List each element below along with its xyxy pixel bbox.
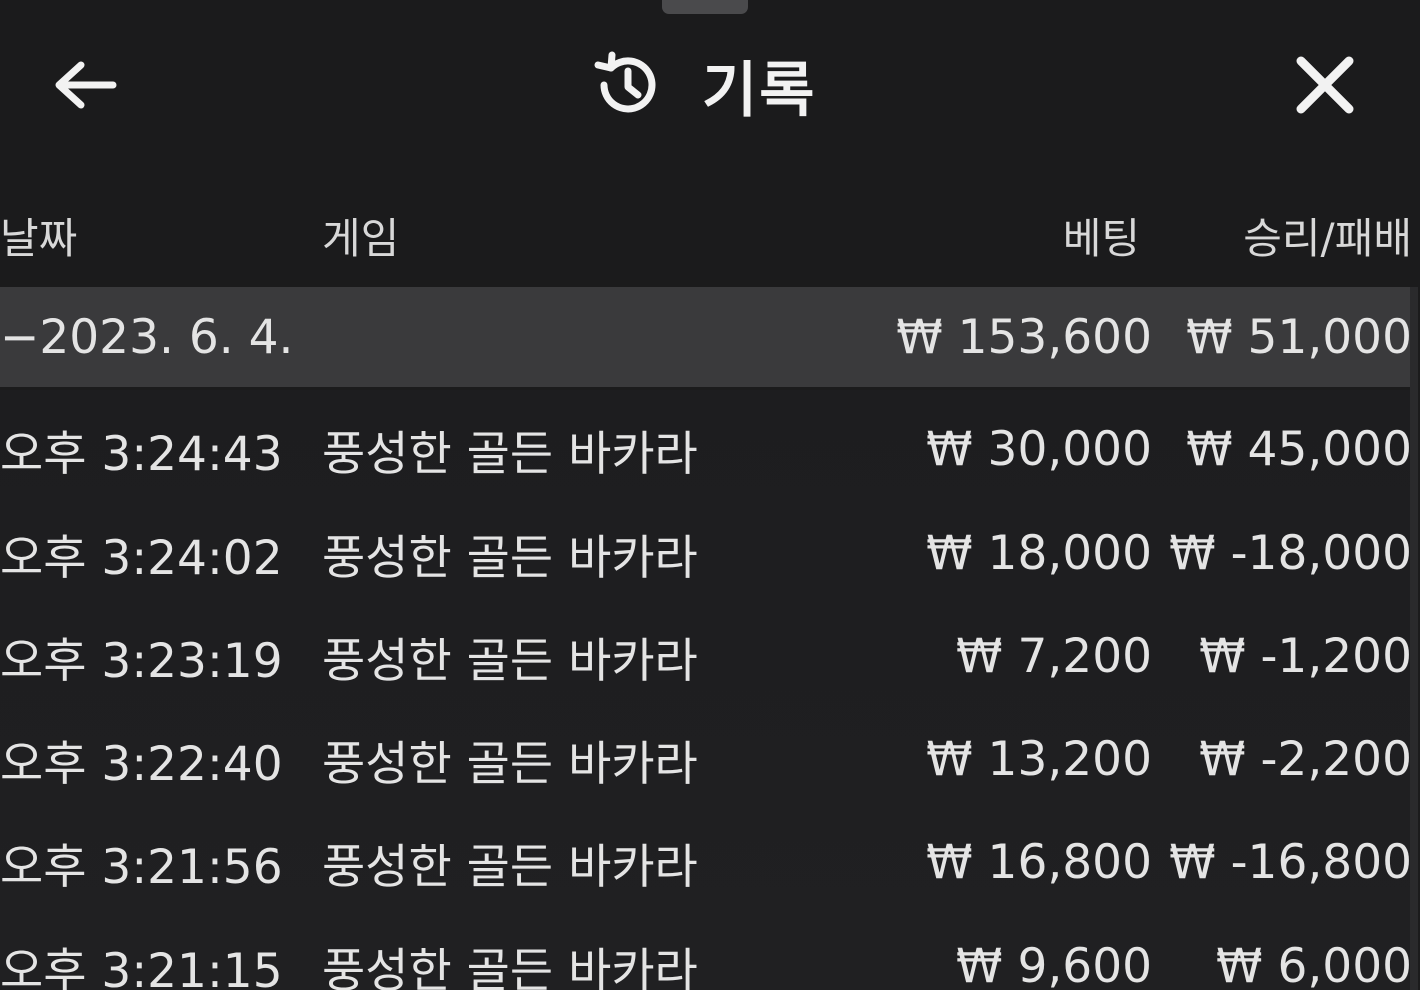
row-time: 오후 3:22:40	[0, 736, 283, 792]
page-title: 기록	[590, 40, 816, 130]
row-bet: ₩ 16,800	[926, 834, 1152, 890]
row-time: 오후 3:23:19	[0, 633, 283, 689]
table-row[interactable]: 오후 3:24:43 풍성한 골든 바카라 ₩ 30,000 ₩ 45,000	[0, 397, 1412, 501]
row-game: 풍성한 골든 바카라	[322, 633, 698, 689]
row-result: ₩ -2,200	[1199, 731, 1412, 787]
table-row[interactable]: 오후 3:22:40 풍성한 골든 바카라 ₩ 13,200 ₩ -2,200	[0, 707, 1412, 811]
row-result: ₩ 6,000	[1216, 938, 1410, 990]
header: 기록	[0, 0, 1420, 165]
row-time: 오후 3:24:02	[0, 530, 283, 586]
row-result: ₩ -16,800	[1169, 834, 1412, 890]
scrollbar[interactable]	[1410, 287, 1418, 990]
back-button[interactable]	[40, 45, 130, 125]
column-header-game: 게임	[322, 213, 400, 263]
table-row[interactable]: 오후 3:21:56 풍성한 골든 바카라 ₩ 16,800 ₩ -16,800	[0, 810, 1412, 914]
row-time: 오후 3:21:56	[0, 839, 283, 895]
table-row[interactable]: 오후 3:23:19 풍성한 골든 바카라 ₩ 7,200 ₩ -1,200	[0, 604, 1412, 708]
row-game: 풍성한 골든 바카라	[322, 530, 698, 586]
row-result: ₩ -18,000	[1169, 525, 1412, 581]
column-header-bet: 베팅	[1062, 213, 1140, 263]
column-header-win-loss: 승리/패배	[1243, 213, 1412, 263]
close-icon	[1296, 56, 1354, 114]
row-result: ₩ 45,000	[1186, 421, 1412, 477]
row-game: 풍성한 골든 바카라	[322, 736, 698, 792]
date-group-label: −2023. 6. 4.	[0, 309, 294, 365]
date-group-total-win-loss: ₩ 51,000	[1186, 309, 1412, 365]
arrow-left-icon	[55, 61, 117, 109]
row-game: 풍성한 골든 바카라	[322, 839, 698, 895]
close-button[interactable]	[1280, 40, 1370, 130]
table-row[interactable]: 오후 3:21:15 풍성한 골든 바카라 ₩ 9,600 ₩ 6,000	[0, 914, 1410, 990]
row-result: ₩ -1,200	[1199, 628, 1412, 684]
row-bet: ₩ 30,000	[926, 421, 1152, 477]
row-bet: ₩ 13,200	[926, 731, 1152, 787]
date-group-total-bet: ₩ 153,600	[896, 309, 1152, 365]
history-icon	[594, 51, 656, 113]
history-panel: 기록 날짜 게임 베팅 승리/패배 −2023. 6. 4. ₩ 153,600…	[0, 0, 1420, 990]
page-title-text: 기록	[702, 55, 817, 126]
row-bet: ₩ 9,600	[956, 938, 1152, 990]
row-game: 풍성한 골든 바카라	[322, 943, 698, 990]
row-game: 풍성한 골든 바카라	[322, 426, 698, 482]
table-row[interactable]: 오후 3:24:02 풍성한 골든 바카라 ₩ 18,000 ₩ -18,000	[0, 501, 1412, 605]
row-bet: ₩ 18,000	[926, 525, 1152, 581]
row-bet: ₩ 7,200	[956, 628, 1152, 684]
row-time: 오후 3:24:43	[0, 426, 283, 482]
column-header-date: 날짜	[0, 213, 78, 263]
row-time: 오후 3:21:15	[0, 943, 283, 990]
date-group-row[interactable]: −2023. 6. 4. ₩ 153,600 ₩ 51,000	[0, 287, 1412, 387]
